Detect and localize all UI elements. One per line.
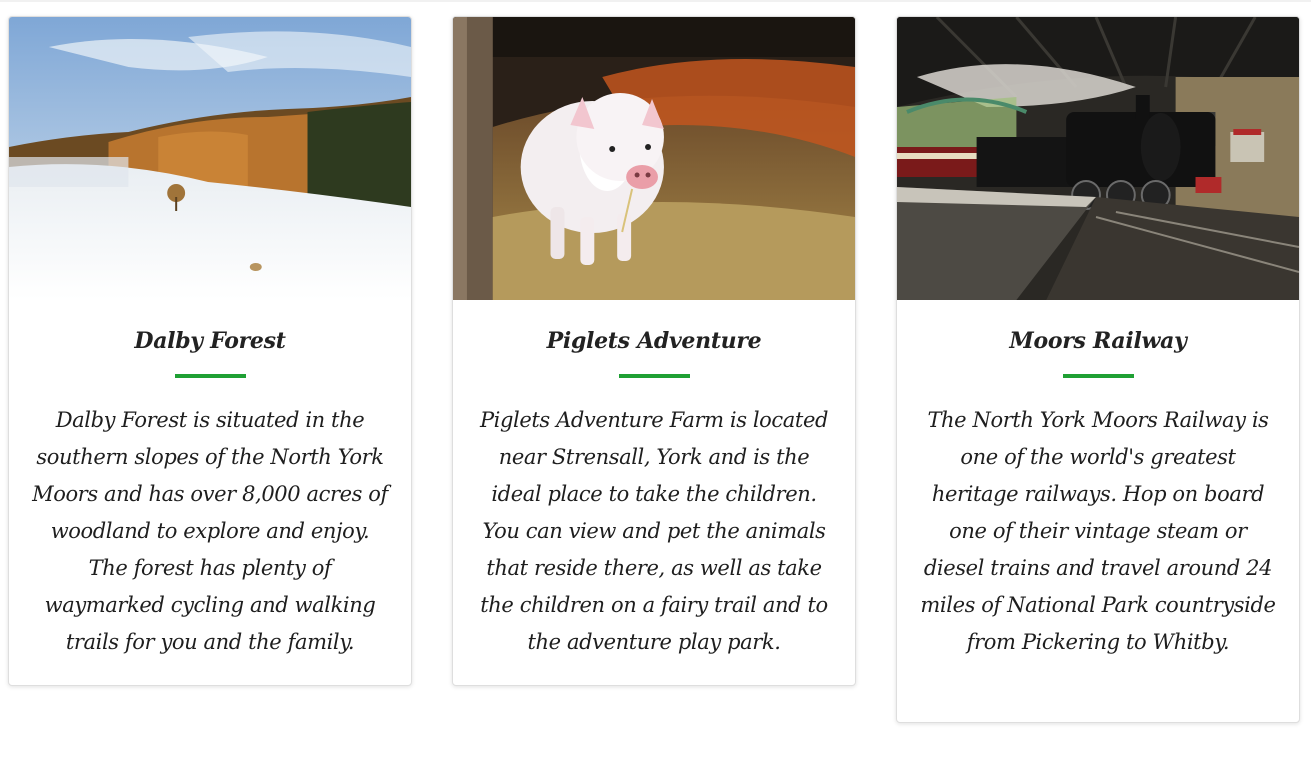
- card-description: Dalby Forest is situated in the southern…: [32, 408, 388, 654]
- attraction-card-piglets-adventure: Piglets Adventure Piglets Adventure Farm…: [452, 16, 856, 686]
- attraction-card-dalby-forest: Dalby Forest Dalby Forest is situated in…: [8, 16, 412, 686]
- moors-railway-image: [897, 17, 1299, 300]
- card-description: Piglets Adventure Farm is located near S…: [479, 408, 829, 654]
- piglets-adventure-image: [453, 17, 855, 300]
- card-title: Piglets Adventure: [546, 328, 762, 354]
- card-description: The North York Moors Railway is one of t…: [920, 408, 1276, 654]
- dalby-forest-image: [9, 17, 411, 300]
- top-divider: [0, 0, 1311, 2]
- title-underline: [1062, 374, 1134, 378]
- card-title: Moors Railway: [1009, 328, 1187, 354]
- attraction-card-moors-railway: Moors Railway The North York Moors Railw…: [896, 16, 1300, 723]
- title-underline: [618, 374, 690, 378]
- card-title: Dalby Forest: [134, 328, 286, 354]
- attractions-section: Dalby Forest Dalby Forest is situated in…: [0, 0, 1311, 766]
- title-underline: [174, 374, 246, 378]
